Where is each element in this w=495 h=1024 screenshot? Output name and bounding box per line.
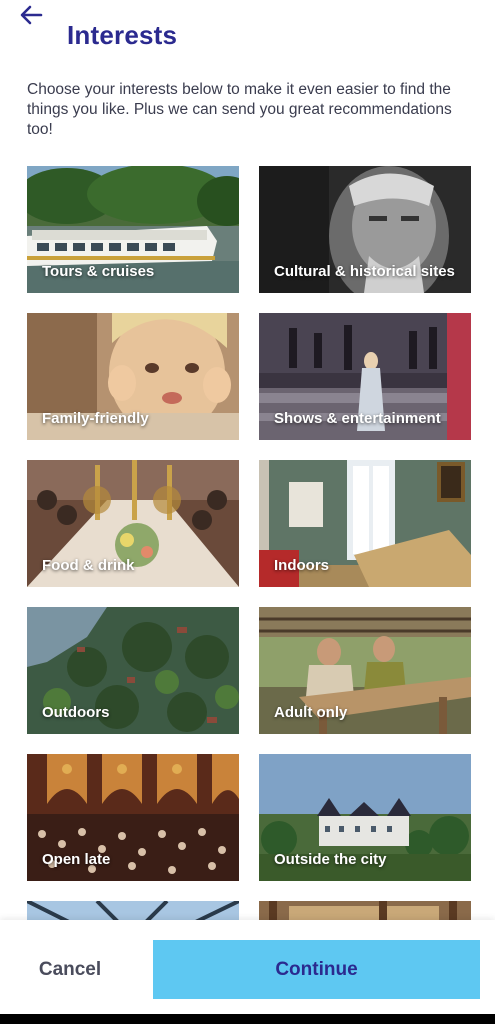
interests-grid: Tours & cruises Cultural & historical si…	[27, 166, 471, 920]
continue-button[interactable]: Continue	[153, 940, 480, 999]
interest-tile-food-drink[interactable]: Food & drink	[27, 460, 239, 587]
interest-tile-shows-entertainment[interactable]: Shows & entertainment	[259, 313, 471, 440]
interest-label: Open late	[42, 851, 111, 868]
system-nav-bar	[0, 1014, 495, 1024]
page-title: Interests	[67, 20, 178, 50]
arrow-left-icon	[20, 5, 43, 25]
interest-tile-cultural-historical[interactable]: Cultural & historical sites	[259, 166, 471, 293]
interest-tile-partial-right[interactable]	[259, 901, 471, 920]
interest-tile-partial-left[interactable]	[27, 901, 239, 920]
interest-label: Shows & entertainment	[274, 410, 441, 427]
interest-tile-adult-only[interactable]: Adult only	[259, 607, 471, 734]
glass-dome-image	[27, 901, 239, 920]
interest-tile-outside-city[interactable]: Outside the city	[259, 754, 471, 881]
interest-label: Outside the city	[274, 851, 387, 868]
interest-tile-indoors[interactable]: Indoors	[259, 460, 471, 587]
interest-label: Indoors	[274, 557, 329, 574]
back-button[interactable]	[18, 4, 48, 26]
wooden-interior-image	[259, 901, 471, 920]
footer-bar: Cancel Continue	[0, 920, 495, 1014]
interest-tile-tours-cruises[interactable]: Tours & cruises	[27, 166, 239, 293]
interest-label: Tours & cruises	[42, 263, 155, 280]
interest-label: Cultural & historical sites	[274, 263, 455, 280]
interest-label: Family-friendly	[42, 410, 149, 427]
interest-label: Adult only	[274, 704, 348, 721]
interest-tile-family-friendly[interactable]: Family-friendly	[27, 313, 239, 440]
intro-text: Choose your interests below to make it e…	[27, 81, 452, 138]
interest-tile-open-late[interactable]: Open late	[27, 754, 239, 881]
cancel-button[interactable]: Cancel	[24, 956, 116, 984]
interest-label: Outdoors	[42, 704, 110, 721]
interest-label: Food & drink	[42, 557, 135, 574]
interest-tile-outdoors[interactable]: Outdoors	[27, 607, 239, 734]
